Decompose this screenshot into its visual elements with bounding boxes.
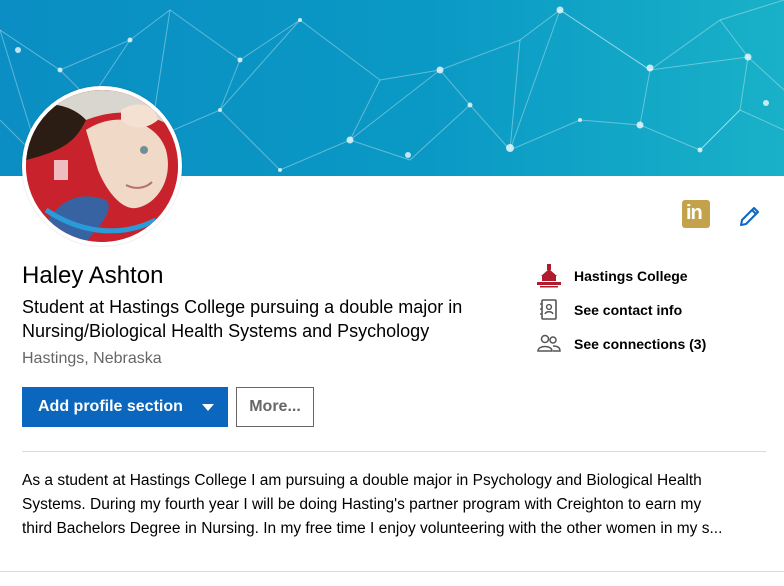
caret-down-icon [202,404,214,411]
summary-line: third Bachelors Degree in Nursing. In my… [22,520,723,537]
contact-info-link[interactable]: See contact info [536,297,682,323]
summary-line: As a student at Hastings College I am pu… [22,472,702,489]
linkedin-icon[interactable]: in [682,200,710,228]
connections-link[interactable]: See connections (3) [536,331,706,357]
connections-label: See connections (3) [574,336,707,352]
more-button[interactable]: More... [236,387,314,427]
profile-headline: Student at Hastings College pursuing a d… [22,297,463,341]
school-link[interactable]: Hastings College [536,263,688,289]
profile-photo[interactable] [22,86,182,246]
contact-info-label: See contact info [574,302,683,318]
add-profile-section-label: Add profile section [38,398,183,415]
profile-summary[interactable]: As a student at Hastings College I am pu… [22,469,766,541]
school-name: Hastings College [574,268,688,284]
hastings-college-logo [536,264,562,288]
profile-location: Hastings, Nebraska [22,350,162,367]
avatar-image [26,90,178,242]
address-book-icon [536,298,562,322]
add-profile-section-button[interactable]: Add profile section [22,387,228,427]
profile-name: Haley Ashton [22,262,164,289]
section-divider [22,451,766,452]
people-icon [536,332,562,356]
pencil-icon[interactable] [738,204,762,228]
card-bottom-border [0,571,784,572]
summary-line: Systems. During my fourth year I will be… [22,496,702,513]
